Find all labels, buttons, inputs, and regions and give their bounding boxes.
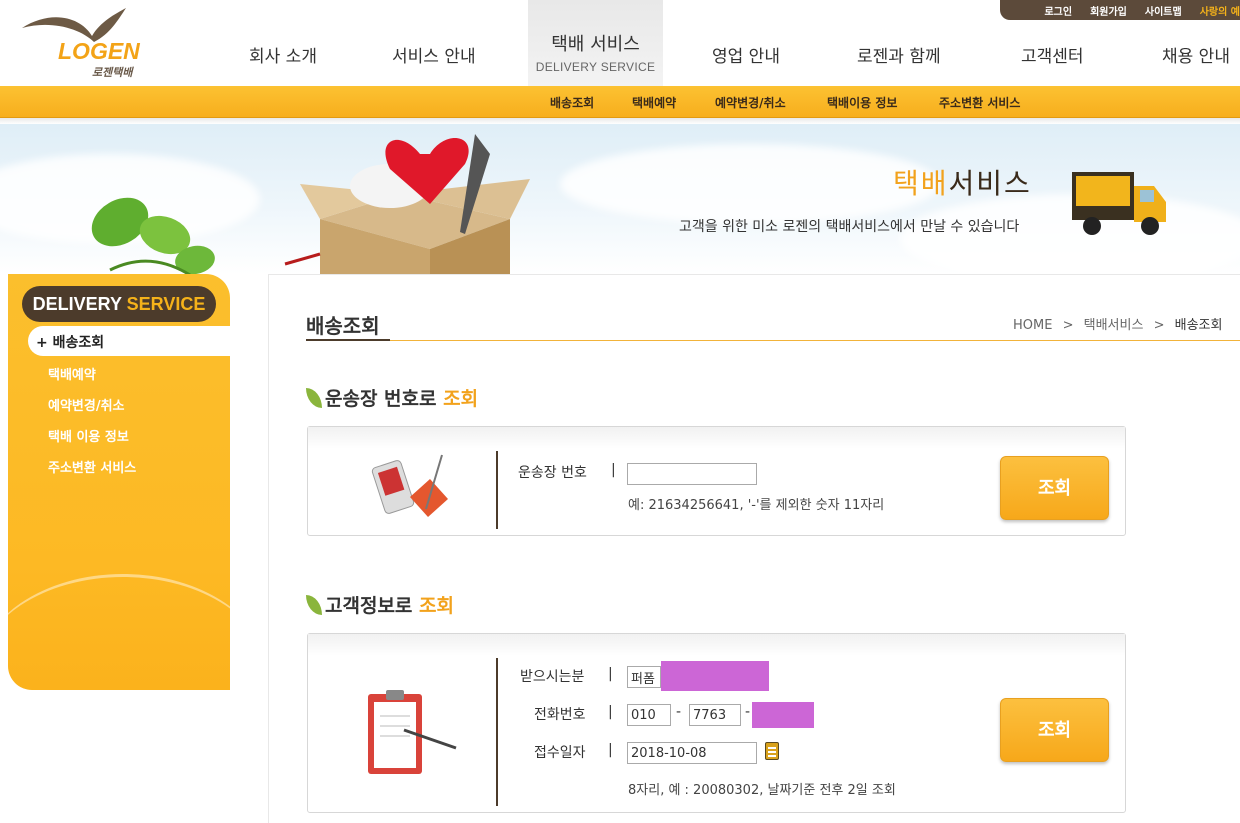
logen-logo[interactable]: LOGEN 로젠택배: [20, 6, 150, 80]
page-title: 배송조회: [306, 314, 380, 338]
breadcrumb-separator-2: >: [1153, 318, 1165, 333]
customer-search-button[interactable]: 조회: [1000, 698, 1109, 762]
sidebar: DELIVERY SERVICE + 배송조회 택배예약 예약변경/취소 택배 …: [8, 274, 230, 690]
logo-subtext: 로젠택배: [92, 66, 133, 79]
breadcrumb-current: 배송조회: [1174, 318, 1223, 333]
sidebar-item-change-cancel[interactable]: 예약변경/취소: [48, 395, 125, 414]
customer-section-title: 고객정보로 조회: [306, 591, 454, 618]
customer-title-text: 고객정보로: [325, 595, 413, 617]
nav-delivery-label: 택배 서비스: [551, 34, 640, 55]
waybill-hint: 예: 21634256641, '-'를 제외한 숫자 11자리: [628, 498, 885, 513]
sidebar-item-reservation[interactable]: 택배예약: [48, 364, 96, 383]
banner-title-highlight: 택배: [893, 167, 949, 200]
waybill-title-text: 운송장 번호로: [325, 388, 437, 410]
sidebar-item-tracking-label: + 배송조회: [36, 335, 105, 351]
waybill-section-title: 운송장 번호로 조회: [306, 384, 478, 411]
waybill-search-box: 운송장 번호 | 예: 21634256641, '-'를 제외한 숫자 11자…: [307, 426, 1126, 536]
waybill-title-highlight: 조회: [443, 388, 479, 410]
breadcrumb-home[interactable]: HOME: [1013, 318, 1052, 333]
nav-careers[interactable]: 채용 안내: [1162, 42, 1230, 67]
site-header: LOGEN 로젠택배 로그인 회원가입 사이트맵 사랑의 예 회사 소개 서비스…: [0, 0, 1240, 86]
receipt-date-input[interactable]: [627, 742, 757, 764]
signup-link[interactable]: 회원가입: [1081, 3, 1136, 18]
leaf-icon: [306, 595, 322, 615]
redacted-block: [661, 661, 769, 691]
breadcrumb: HOME > 택배서비스 > 배송조회: [1013, 314, 1222, 333]
sidebar-title-a: DELIVERY: [32, 294, 122, 314]
breadcrumb-separator: >: [1062, 318, 1074, 333]
subnav-usage-info[interactable]: 택배이용 정보: [827, 94, 897, 111]
mobile-phone-icon: [371, 454, 448, 517]
subnav-change-cancel[interactable]: 예약변경/취소: [715, 94, 786, 111]
nav-delivery-service[interactable]: 택배 서비스 DELIVERY SERVICE: [528, 0, 663, 86]
customer-search-box: 받으시는분 | 전화번호 | - - 접수일자 | 8자리, 예 : 20080…: [307, 633, 1126, 813]
page-title-underline: [306, 339, 390, 341]
nav-services[interactable]: 서비스 안내: [392, 42, 476, 67]
sidebar-item-address-convert[interactable]: 주소변환 서비스: [48, 457, 136, 476]
nav-customer-center[interactable]: 고객센터: [1021, 42, 1084, 67]
redacted-block: [752, 702, 814, 728]
nav-delivery-sublabel: DELIVERY SERVICE: [535, 60, 656, 74]
calendar-icon[interactable]: [765, 742, 779, 760]
sub-nav: 배송조회 택배예약 예약변경/취소 택배이용 정보 주소변환 서비스: [0, 86, 1240, 118]
gift-box-heart-icon: [284, 134, 530, 274]
subnav-address-convert[interactable]: 주소변환 서비스: [939, 94, 1020, 111]
leaf-icon: [306, 388, 322, 408]
sidebar-decoration: [8, 574, 230, 690]
sidebar-title-b: SERVICE: [126, 294, 206, 314]
page-title-divider: [306, 340, 1240, 341]
charity-link[interactable]: 사랑의 예: [1191, 3, 1240, 18]
waybill-number-input[interactable]: [627, 463, 757, 485]
clipboard-icon: [368, 690, 457, 774]
subnav-reservation[interactable]: 택배예약: [632, 94, 676, 111]
waybill-search-button[interactable]: 조회: [1000, 456, 1109, 520]
label-bar: |: [608, 666, 613, 682]
date-label: 접수일자: [534, 745, 586, 761]
nav-with-logen[interactable]: 로젠과 함께: [857, 42, 941, 67]
breadcrumb-level1[interactable]: 택배서비스: [1084, 318, 1144, 333]
logo-text: LOGEN: [58, 38, 140, 64]
label-bar: |: [608, 742, 613, 758]
green-leaves-icon: [91, 197, 215, 274]
phone-part1-input[interactable]: [627, 704, 671, 726]
banner-subtitle: 고객을 위한 미소 로젠의 택배서비스에서 만날 수 있습니다: [679, 219, 1020, 235]
phone-label: 전화번호: [534, 707, 586, 723]
subnav-tracking[interactable]: 배송조회: [550, 94, 594, 111]
label-bar: |: [611, 462, 616, 478]
date-hint: 8자리, 예 : 20080302, 날짜기준 전후 2일 조회: [628, 783, 896, 798]
phone-part2-input[interactable]: [689, 704, 741, 726]
sitemap-link[interactable]: 사이트맵: [1136, 3, 1191, 18]
banner-title-rest: 서비스: [948, 167, 1032, 200]
utility-links: 로그인 회원가입 사이트맵 사랑의 예: [1000, 0, 1240, 20]
delivery-truck-icon: [1072, 172, 1166, 235]
recipient-name-input[interactable]: [627, 666, 661, 688]
banner-title: 택배서비스: [893, 162, 1032, 202]
hero-banner: 택배서비스 고객을 위한 미소 로젠의 택배서비스에서 만날 수 있습니다: [0, 124, 1240, 274]
phone-dash: -: [676, 704, 682, 720]
recipient-label: 받으시는분: [520, 669, 585, 685]
waybill-label: 운송장 번호: [518, 465, 587, 481]
sidebar-item-usage-info[interactable]: 택배 이용 정보: [48, 426, 129, 445]
login-link[interactable]: 로그인: [1035, 3, 1081, 18]
sidebar-title: DELIVERY SERVICE: [22, 286, 216, 322]
customer-title-highlight: 조회: [419, 595, 454, 617]
phone-dash-2: -: [745, 704, 751, 720]
nav-sales[interactable]: 영업 안내: [712, 42, 780, 67]
label-bar: |: [608, 704, 613, 720]
nav-company[interactable]: 회사 소개: [249, 42, 317, 67]
